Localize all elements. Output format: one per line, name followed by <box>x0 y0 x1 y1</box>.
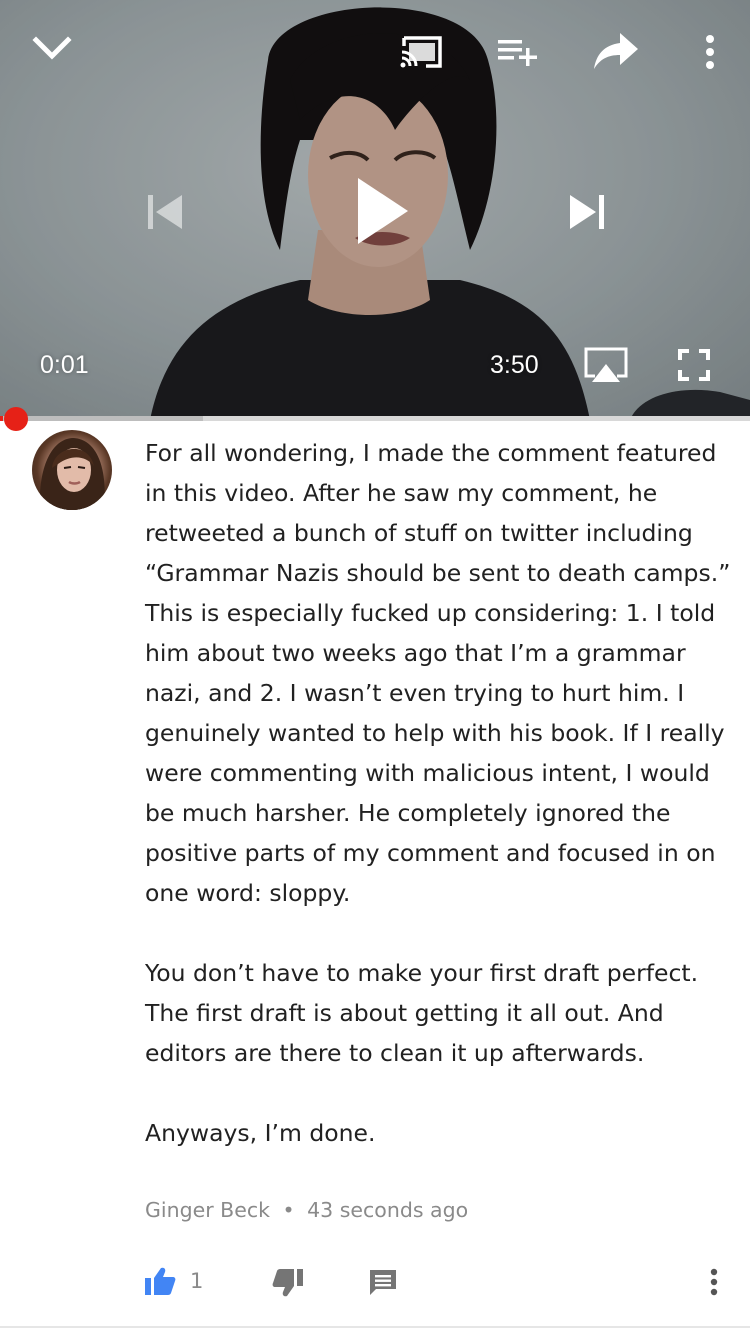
more-vertical-icon[interactable] <box>690 28 730 76</box>
total-duration: 3:50 <box>490 351 539 379</box>
comment-text: For all wondering, I made the comment fe… <box>145 433 735 1153</box>
divider <box>0 1326 750 1328</box>
play-icon[interactable] <box>340 166 424 256</box>
cast-icon[interactable] <box>394 28 450 74</box>
comment-paragraph: Anyways, I’m done. <box>145 1119 376 1147</box>
video-player[interactable]: 0:01 3:50 <box>0 0 750 420</box>
comment-timestamp: 43 seconds ago <box>307 1198 469 1222</box>
reply-icon <box>370 1270 396 1295</box>
more-vertical-icon <box>710 1268 718 1296</box>
comment-meta: Ginger Beck • 43 seconds ago <box>145 1198 468 1222</box>
share-icon[interactable] <box>588 26 644 76</box>
comment-more-button[interactable] <box>700 1261 728 1303</box>
comment-paragraph: For all wondering, I made the comment fe… <box>145 439 731 907</box>
skip-next-icon[interactable] <box>560 184 616 240</box>
skip-previous-icon[interactable] <box>136 184 192 240</box>
comment: For all wondering, I made the comment fe… <box>0 421 750 1334</box>
avatar[interactable] <box>32 430 112 510</box>
dislike-button[interactable] <box>272 1263 304 1303</box>
fullscreen-icon[interactable] <box>672 344 716 386</box>
comment-author[interactable]: Ginger Beck <box>145 1198 270 1222</box>
comment-actions: 1 <box>0 1257 750 1307</box>
thumbs-up-icon <box>145 1267 176 1295</box>
meta-separator: • <box>282 1198 295 1222</box>
thumbs-down-icon <box>272 1269 303 1297</box>
airplay-icon[interactable] <box>578 340 634 390</box>
comment-paragraph: You don’t have to make your first draft … <box>145 959 699 1067</box>
add-to-queue-icon[interactable] <box>492 30 544 74</box>
like-count: 1 <box>190 1269 204 1293</box>
like-button[interactable]: 1 <box>144 1261 203 1301</box>
current-time: 0:01 <box>40 351 89 379</box>
reply-button[interactable] <box>368 1263 398 1303</box>
chevron-down-icon[interactable] <box>22 24 82 74</box>
